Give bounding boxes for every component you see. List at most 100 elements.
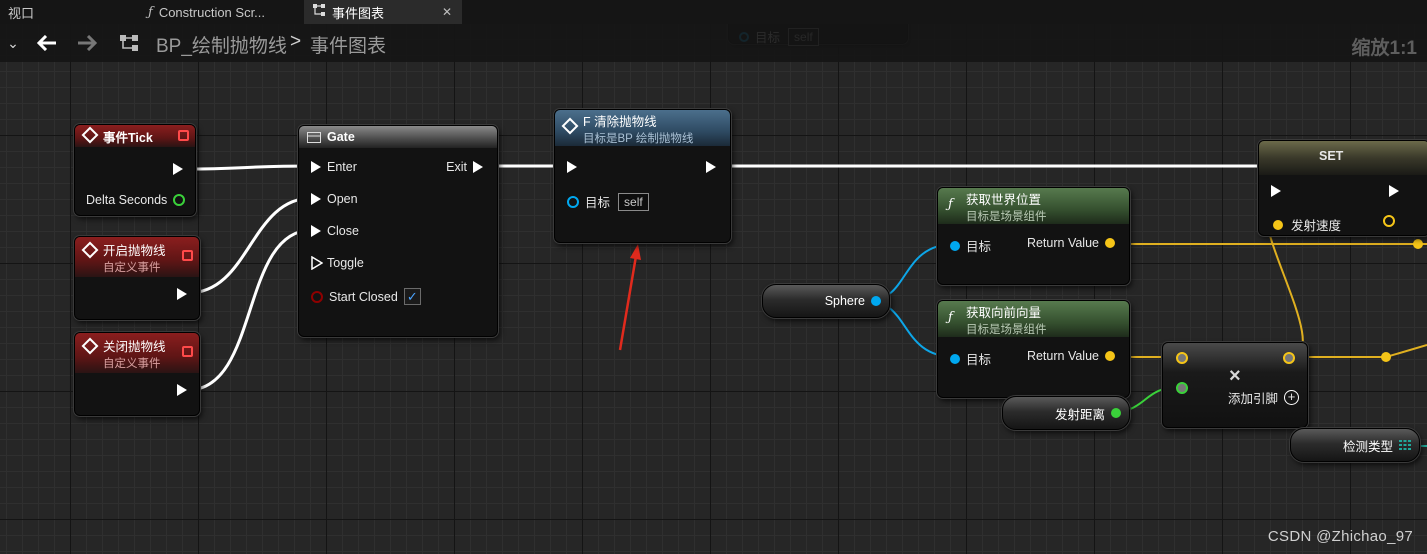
node-subtitle: 目标是BP 绘制抛物线 bbox=[583, 132, 694, 145]
pin-label: Return Value bbox=[1026, 349, 1099, 363]
event-icon bbox=[81, 126, 99, 144]
get-forward-vector-node[interactable]: ƒ 获取向前向量 目标是场景组件 目标 Return Value bbox=[937, 300, 1130, 398]
graph-canvas[interactable]: 目标 self 事件Tick Delta Seconds 开启抛物线 自定义事件 bbox=[0, 24, 1427, 554]
trace-type-variable-node[interactable]: 检测类型 bbox=[1290, 428, 1420, 462]
graph-icon bbox=[312, 3, 326, 21]
tab-label: 视口 bbox=[8, 5, 35, 21]
exec-out-pin[interactable] bbox=[1389, 185, 1399, 197]
pin-label: Return Value bbox=[1026, 236, 1099, 250]
breadcrumb-separator: > bbox=[290, 31, 302, 52]
multiply-icon: × bbox=[1229, 365, 1241, 387]
self-field[interactable]: self bbox=[618, 192, 649, 211]
start-closed-pin[interactable] bbox=[311, 290, 323, 303]
tab-viewport[interactable]: 视口 bbox=[0, 0, 140, 24]
node-title: Gate bbox=[327, 130, 355, 144]
set-node[interactable]: SET 发射速度 bbox=[1258, 140, 1427, 236]
pin-label: Exit bbox=[446, 160, 467, 174]
exit-exec-pin[interactable] bbox=[473, 161, 483, 173]
get-world-location-node[interactable]: ƒ 获取世界位置 目标是场景组件 目标 Return Value bbox=[937, 187, 1130, 285]
pin-label: 目标 bbox=[585, 196, 611, 210]
return-value-pin[interactable] bbox=[1105, 351, 1115, 361]
node-title: 开启抛物线 bbox=[103, 243, 166, 258]
pin-label: Toggle bbox=[327, 256, 364, 270]
launch-velocity-out-pin[interactable] bbox=[1383, 215, 1395, 227]
graph-icon bbox=[116, 24, 142, 62]
float-out-pin[interactable] bbox=[1111, 408, 1121, 418]
breadcrumb-bar: ⌄ BP_绘制抛物线 > 事件图表 bbox=[0, 24, 1427, 62]
tab-bar: 视口 ƒ Construction Scr... 事件图表 ✕ bbox=[0, 0, 1427, 24]
tab-construction-script[interactable]: ƒ Construction Scr... bbox=[140, 0, 302, 24]
open-exec-pin[interactable] bbox=[311, 193, 321, 205]
pin-label: Close bbox=[327, 224, 359, 238]
forward-arrow-icon[interactable] bbox=[72, 24, 102, 62]
node-subtitle: 自定义事件 bbox=[103, 261, 161, 274]
breadcrumb-graph[interactable]: 事件图表 bbox=[310, 31, 386, 58]
start-parabola-event-node[interactable]: 开启抛物线 自定义事件 bbox=[74, 236, 200, 320]
pin-label: Open bbox=[327, 192, 358, 206]
node-title: 事件Tick bbox=[103, 130, 153, 145]
clear-parabola-node[interactable]: F 清除抛物线 目标是BP 绘制抛物线 目标 self bbox=[554, 109, 731, 243]
close-icon[interactable]: ✕ bbox=[442, 5, 452, 19]
function-call-icon bbox=[561, 117, 579, 135]
exec-out-pin[interactable] bbox=[706, 161, 716, 173]
variable-label: 发射距离 bbox=[1054, 407, 1105, 422]
target-pin[interactable] bbox=[950, 240, 960, 251]
delegate-pin[interactable] bbox=[178, 130, 189, 141]
pin-label: 目标 bbox=[966, 353, 992, 367]
node-title: F 清除抛物线 bbox=[583, 114, 657, 129]
exec-out-pin[interactable] bbox=[177, 384, 187, 396]
event-icon bbox=[81, 241, 99, 259]
node-title: 获取世界位置 bbox=[966, 192, 1042, 207]
node-subtitle: 自定义事件 bbox=[103, 357, 161, 370]
function-icon: ƒ bbox=[948, 310, 953, 325]
delegate-pin[interactable] bbox=[182, 250, 193, 261]
delta-seconds-pin[interactable] bbox=[173, 194, 186, 206]
vector-out-pin[interactable] bbox=[1283, 352, 1295, 364]
delegate-pin[interactable] bbox=[182, 346, 193, 357]
variable-label: 检测类型 bbox=[1342, 439, 1393, 454]
breadcrumb-blueprint[interactable]: BP_绘制抛物线 bbox=[156, 31, 287, 58]
pin-label: Start Closed bbox=[329, 289, 398, 304]
function-icon: ƒ bbox=[948, 197, 953, 212]
tab-event-graph[interactable]: 事件图表 ✕ bbox=[304, 0, 462, 24]
node-title: 获取向前向量 bbox=[966, 305, 1042, 320]
float-in-pin-b[interactable] bbox=[1176, 382, 1188, 394]
target-pin[interactable] bbox=[567, 195, 579, 208]
start-closed-checkbox[interactable]: ✓ bbox=[403, 288, 421, 305]
chevron-down-icon[interactable]: ⌄ bbox=[2, 24, 24, 62]
launch-velocity-in-pin[interactable] bbox=[1273, 219, 1283, 230]
return-value-pin[interactable] bbox=[1105, 238, 1115, 248]
pin-label: 发射速度 bbox=[1291, 219, 1342, 233]
pin-label: Enter bbox=[327, 160, 357, 174]
exec-out-pin[interactable] bbox=[173, 163, 183, 175]
enum-grid-icon[interactable] bbox=[1399, 440, 1411, 450]
node-subtitle: 目标是场景组件 bbox=[966, 323, 1047, 336]
exec-in-pin[interactable] bbox=[1271, 185, 1281, 197]
event-icon bbox=[81, 337, 99, 355]
pin-label: 目标 bbox=[966, 240, 992, 254]
multiply-node[interactable]: × 添加引脚 + bbox=[1162, 342, 1308, 428]
exec-in-pin[interactable] bbox=[567, 161, 577, 173]
wires bbox=[185, 164, 1427, 447]
launch-distance-variable-node[interactable]: 发射距离 bbox=[1002, 396, 1130, 430]
tab-label: Construction Scr... bbox=[158, 4, 266, 20]
enter-exec-pin[interactable] bbox=[311, 161, 321, 173]
back-arrow-icon[interactable] bbox=[32, 24, 62, 62]
add-pin-button[interactable]: 添加引脚 + bbox=[1228, 388, 1299, 407]
event-tick-node[interactable]: 事件Tick Delta Seconds bbox=[74, 124, 196, 216]
target-pin[interactable] bbox=[950, 353, 960, 364]
close-exec-pin[interactable] bbox=[311, 225, 321, 237]
exec-out-pin[interactable] bbox=[177, 288, 187, 300]
sphere-variable-node[interactable]: Sphere bbox=[762, 284, 890, 318]
gate-node[interactable]: Gate Enter Exit Open Close Toggle Start … bbox=[298, 125, 498, 337]
vector-in-pin-a[interactable] bbox=[1176, 352, 1188, 364]
object-out-pin[interactable] bbox=[871, 296, 881, 306]
close-parabola-event-node[interactable]: 关闭抛物线 自定义事件 bbox=[74, 332, 200, 416]
add-icon: + bbox=[1284, 390, 1299, 405]
node-title: 关闭抛物线 bbox=[103, 339, 166, 354]
node-subtitle: 目标是场景组件 bbox=[966, 210, 1047, 223]
macro-icon bbox=[307, 131, 321, 143]
toggle-exec-pin[interactable] bbox=[311, 256, 323, 270]
add-pin-label: 添加引脚 bbox=[1227, 392, 1278, 406]
variable-label: Sphere bbox=[824, 294, 865, 308]
